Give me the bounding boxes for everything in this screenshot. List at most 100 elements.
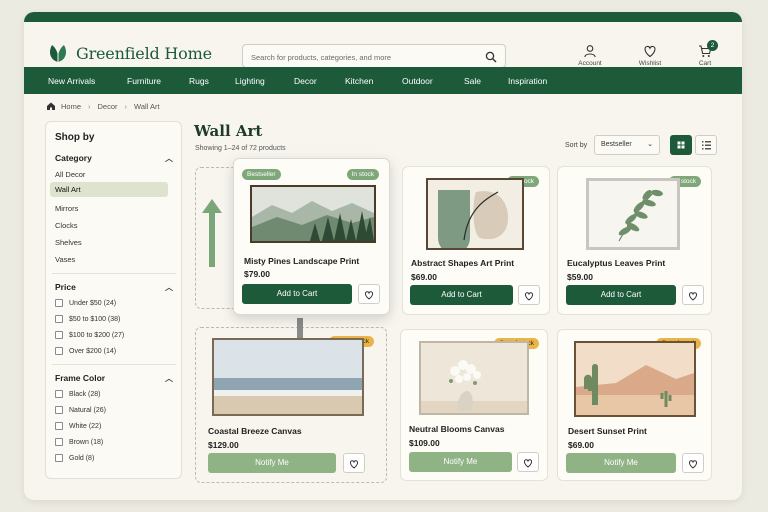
checkbox[interactable]	[55, 347, 63, 355]
frame-filter-brown[interactable]: Brown (18)	[55, 438, 103, 446]
product-image[interactable]	[250, 185, 376, 243]
product-card-coastal-breeze[interactable]: Out of stock Coastal Breeze Canvas $129.…	[198, 330, 384, 480]
nav-lighting[interactable]: Lighting	[235, 76, 294, 86]
checkbox[interactable]	[55, 299, 63, 307]
wishlist-toggle[interactable]	[517, 452, 539, 472]
wishlist-toggle[interactable]	[682, 453, 704, 473]
product-name[interactable]: Coastal Breeze Canvas	[208, 426, 302, 436]
price-filter-50-100[interactable]: $50 to $100 (38)	[55, 315, 120, 323]
checkbox-label: Gold (8)	[69, 454, 95, 462]
list-view-button[interactable]	[695, 135, 717, 155]
price-header[interactable]: Price ︿	[55, 282, 173, 292]
breadcrumb-decor[interactable]: Decor	[98, 102, 118, 111]
category-clocks[interactable]: Clocks	[55, 218, 173, 233]
add-to-cart-button[interactable]: Add to Cart	[242, 284, 352, 304]
frame-filter-gold[interactable]: Gold (8)	[55, 454, 94, 462]
nav-rugs[interactable]: Rugs	[189, 76, 235, 86]
account-button[interactable]: Account	[570, 44, 610, 67]
nav-inspiration[interactable]: Inspiration	[508, 76, 578, 86]
search-bar[interactable]	[242, 44, 506, 68]
nav-furniture[interactable]: Furniture	[127, 76, 189, 86]
notify-me-button[interactable]: Notify Me	[566, 453, 676, 473]
product-card-desert-sunset[interactable]: Out of stock Desert Sunset Print $69.00 …	[557, 329, 712, 481]
checkbox-label: Natural (26)	[69, 406, 106, 414]
chevron-up-icon[interactable]: ︿	[165, 153, 173, 164]
cart-button[interactable]: 2 Cart	[685, 40, 725, 67]
home-icon[interactable]	[46, 101, 56, 111]
checkbox[interactable]	[55, 454, 63, 462]
product-name[interactable]: Eucalyptus Leaves Print	[567, 258, 665, 268]
notify-me-button[interactable]: Notify Me	[208, 453, 336, 473]
nav-kitchen[interactable]: Kitchen	[345, 76, 402, 86]
account-label: Account	[578, 60, 602, 67]
product-card-eucalyptus-leaves[interactable]: In stock Eucalyptus Leaves Print $59.00	[557, 166, 712, 315]
leaf-logo-icon	[50, 45, 66, 62]
wishlist-toggle[interactable]	[518, 285, 540, 305]
heart-icon	[523, 459, 533, 468]
wishlist-label: Wishlist	[638, 60, 662, 67]
checkbox[interactable]	[55, 406, 63, 414]
category-wall-art[interactable]: Wall Art	[50, 182, 168, 197]
sort-select[interactable]: Bestseller ⌄	[594, 135, 660, 155]
frame-color-title: Frame Color	[55, 373, 106, 383]
price-filter-over-200[interactable]: Over $200 (14)	[55, 347, 116, 355]
search-icon[interactable]	[485, 50, 497, 68]
product-image[interactable]	[574, 341, 696, 417]
category-header[interactable]: Category ︿	[55, 153, 173, 163]
category-mirrors[interactable]: Mirrors	[55, 201, 173, 216]
product-card-neutral-blooms[interactable]: Out of stock Neutral Blooms Canvas $109.…	[400, 329, 548, 481]
chevron-up-icon[interactable]: ︿	[165, 282, 173, 293]
product-name[interactable]: Abstract Shapes Art Print	[411, 258, 514, 268]
sort-value: Bestseller	[601, 141, 632, 148]
wishlist-toggle[interactable]	[358, 284, 380, 304]
logo[interactable]: Greenfield Home	[46, 42, 212, 64]
price-title: Price	[55, 282, 76, 292]
category-all-decor[interactable]: All Decor	[55, 167, 173, 182]
product-name[interactable]: Misty Pines Landscape Print	[244, 256, 359, 266]
product-card-abstract-shapes[interactable]: In stock Abstract Shapes Art Print $69.0…	[402, 166, 550, 315]
main-nav: New Arrivals Furniture Rugs Lighting Dec…	[24, 67, 742, 94]
nav-sale[interactable]: Sale	[464, 76, 508, 86]
chevron-up-icon[interactable]: ︿	[165, 373, 173, 384]
product-price: $69.00	[411, 272, 437, 282]
product-image[interactable]	[212, 338, 364, 416]
arrow-up-icon	[202, 199, 222, 267]
frame-filter-white[interactable]: White (22)	[55, 422, 101, 430]
checkbox[interactable]	[55, 315, 63, 323]
breadcrumb-home[interactable]: Home	[61, 102, 81, 111]
nav-outdoor[interactable]: Outdoor	[402, 76, 464, 86]
product-card-misty-pines[interactable]: Bestseller In stock Misty Pines Landscap…	[233, 158, 390, 315]
category-shelves[interactable]: Shelves	[55, 235, 173, 250]
nav-decor[interactable]: Decor	[294, 76, 345, 86]
add-to-cart-button[interactable]: Add to Cart	[566, 285, 676, 305]
product-image[interactable]	[586, 178, 680, 250]
checkbox-label: $100 to $200 (27)	[69, 331, 125, 339]
checkbox[interactable]	[55, 390, 63, 398]
price-filter-100-200[interactable]: $100 to $200 (27)	[55, 331, 124, 339]
checkbox[interactable]	[55, 438, 63, 446]
product-price: $69.00	[568, 440, 594, 450]
nav-new-arrivals[interactable]: New Arrivals	[48, 76, 127, 86]
price-filter-under-50[interactable]: Under $50 (24)	[55, 299, 116, 307]
grid-view-button[interactable]	[670, 135, 692, 155]
frame-color-header[interactable]: Frame Color ︿	[55, 373, 173, 383]
checkbox[interactable]	[55, 331, 63, 339]
results-count: Showing 1–24 of 72 products	[195, 145, 286, 152]
product-image[interactable]	[419, 341, 529, 415]
search-input[interactable]	[251, 49, 471, 65]
frame-filter-black[interactable]: Black (28)	[55, 390, 101, 398]
product-name[interactable]: Desert Sunset Print	[568, 426, 647, 436]
checkbox-label: White (22)	[69, 422, 102, 430]
frame-filter-natural[interactable]: Natural (26)	[55, 406, 106, 414]
category-vases[interactable]: Vases	[55, 252, 173, 267]
product-name[interactable]: Neutral Blooms Canvas	[409, 424, 504, 434]
checkbox-label: Black (28)	[69, 390, 101, 398]
add-to-cart-button[interactable]: Add to Cart	[410, 285, 513, 305]
wishlist-button[interactable]: Wishlist	[630, 44, 670, 67]
wishlist-toggle[interactable]	[682, 285, 704, 305]
product-price: $109.00	[409, 438, 440, 448]
checkbox[interactable]	[55, 422, 63, 430]
notify-me-button[interactable]: Notify Me	[409, 452, 512, 472]
product-image[interactable]	[426, 178, 524, 250]
wishlist-toggle[interactable]	[343, 453, 365, 473]
